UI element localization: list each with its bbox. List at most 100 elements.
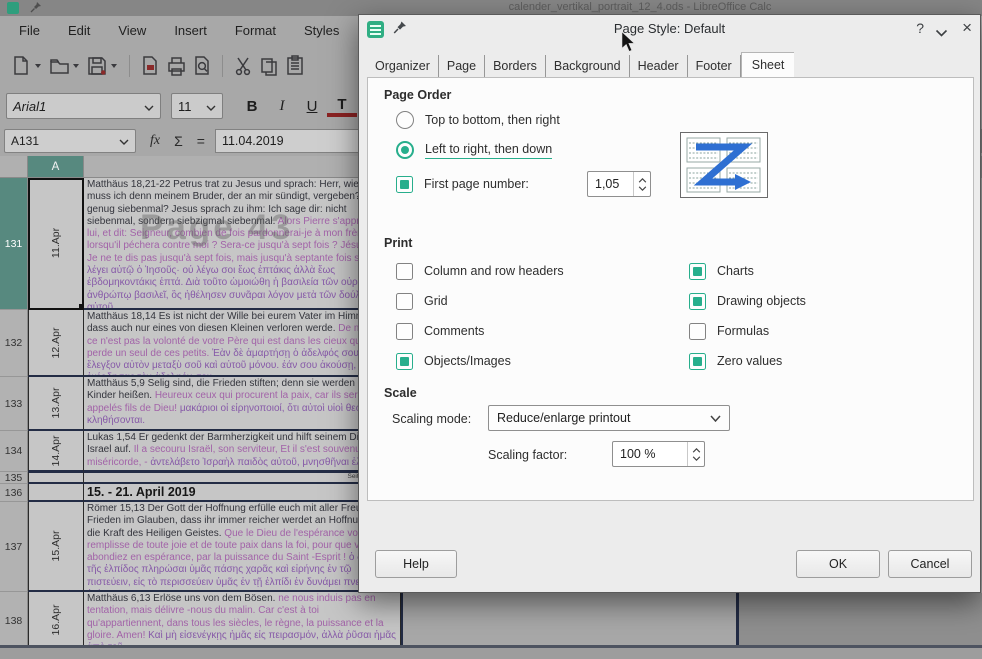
- cell-b132[interactable]: Matthäus 18,14 Es ist nicht der Wille be…: [84, 310, 401, 377]
- tab-header[interactable]: Header: [630, 55, 688, 78]
- row-header-134[interactable]: 134: [0, 431, 28, 472]
- tab-page[interactable]: Page: [439, 55, 485, 78]
- save-dropdown-caret[interactable]: [111, 64, 117, 68]
- row-header-137[interactable]: 137: [0, 502, 28, 592]
- function-wizard-icon[interactable]: fx: [150, 133, 160, 149]
- checkbox-icon[interactable]: [689, 263, 706, 280]
- chevron-down-icon: [692, 456, 701, 461]
- menu-edit[interactable]: Edit: [57, 19, 101, 42]
- checkbox-icon[interactable]: [396, 353, 413, 370]
- fill-handle[interactable]: [79, 304, 84, 309]
- new-document-icon[interactable]: [8, 53, 34, 79]
- print-heading: Print: [384, 236, 412, 250]
- first-page-number-row[interactable]: First page number:: [396, 174, 529, 194]
- bold-button[interactable]: B: [237, 92, 267, 120]
- paste-icon[interactable]: [282, 53, 308, 79]
- checkbox-grid[interactable]: Grid: [396, 291, 448, 311]
- checkbox-icon[interactable]: [689, 293, 706, 310]
- scaling-factor-stepper[interactable]: 100 %: [612, 441, 705, 467]
- cell-a133[interactable]: 13.Apr: [28, 377, 84, 431]
- tab-borders[interactable]: Borders: [485, 55, 546, 78]
- underline-button[interactable]: U: [297, 92, 327, 120]
- first-page-number-stepper[interactable]: 1,05: [587, 171, 651, 197]
- cancel-button[interactable]: Cancel: [888, 550, 972, 578]
- spinner-buttons[interactable]: [687, 442, 704, 466]
- menu-view[interactable]: View: [107, 19, 157, 42]
- select-all-corner[interactable]: [0, 156, 28, 178]
- row-header-135[interactable]: 135: [0, 472, 28, 484]
- print-icon[interactable]: [163, 53, 189, 79]
- checkbox-comments[interactable]: Comments: [396, 321, 484, 341]
- menu-format[interactable]: Format: [224, 19, 287, 42]
- pin-icon[interactable]: [393, 20, 407, 40]
- cell-a138[interactable]: 16.Apr: [28, 592, 84, 650]
- checkbox-drawing-objects[interactable]: Drawing objects: [689, 291, 806, 311]
- column-header-a[interactable]: A: [28, 156, 84, 178]
- checkbox-icon[interactable]: [396, 176, 413, 193]
- radio-left-to-right[interactable]: Left to right, then down: [396, 140, 552, 160]
- row-header-133[interactable]: 133: [0, 377, 28, 431]
- name-box[interactable]: A131: [4, 129, 136, 153]
- radio-icon[interactable]: [396, 111, 414, 129]
- close-icon[interactable]: ×: [962, 18, 972, 38]
- cell-a136[interactable]: [28, 484, 84, 502]
- cell-b136[interactable]: 15. - 21. April 2019: [84, 484, 401, 502]
- menu-file[interactable]: File: [8, 19, 51, 42]
- cell-b134[interactable]: Lukas 1,54 Er gedenkt der Barmherzigkeit…: [84, 431, 401, 472]
- row-header-138[interactable]: 138: [0, 592, 28, 650]
- font-name-combo[interactable]: Arial1: [6, 93, 161, 119]
- equals-icon[interactable]: =: [197, 133, 205, 149]
- menu-insert[interactable]: Insert: [163, 19, 218, 42]
- cell-a137[interactable]: 15.Apr: [28, 502, 84, 592]
- cell-b133[interactable]: Matthäus 5,9 Selig sind, die Frieden sti…: [84, 377, 401, 431]
- export-pdf-icon[interactable]: [137, 53, 163, 79]
- dialog-titlebar[interactable]: Page Style: Default ? ×: [359, 15, 980, 45]
- radio-icon[interactable]: [396, 141, 414, 159]
- column-b-border: [401, 593, 403, 646]
- font-color-button[interactable]: T: [327, 95, 357, 117]
- checkbox-objects-images[interactable]: Objects/Images: [396, 351, 511, 371]
- cell-b135[interactable]: Seite 15 Ang: [84, 472, 401, 484]
- menu-styles[interactable]: Styles: [293, 19, 350, 42]
- save-icon[interactable]: [84, 53, 110, 79]
- checkbox-icon[interactable]: [689, 323, 706, 340]
- open-dropdown-caret[interactable]: [73, 64, 79, 68]
- row-header-132[interactable]: 132: [0, 310, 28, 377]
- dialog-help-icon[interactable]: ?: [916, 20, 924, 36]
- help-button[interactable]: Help: [375, 550, 457, 578]
- open-file-icon[interactable]: [46, 53, 72, 79]
- cut-icon[interactable]: [230, 53, 256, 79]
- checkbox-zero-values[interactable]: Zero values: [689, 351, 782, 371]
- cell-b131[interactable]: Matthäus 18,21-22 Petrus trat zu Jesus u…: [84, 178, 401, 310]
- radio-top-to-bottom[interactable]: Top to bottom, then right: [396, 110, 560, 130]
- cell-b137[interactable]: Römer 15,13 Der Gott der Hoffnung erfüll…: [84, 502, 401, 592]
- checkbox-icon[interactable]: [396, 323, 413, 340]
- scaling-mode-select[interactable]: Reduce/enlarge printout: [488, 405, 730, 431]
- checkbox-icon[interactable]: [396, 293, 413, 310]
- shade-chevron-icon[interactable]: [935, 24, 948, 42]
- cell-a131[interactable]: 11.Apr: [28, 178, 84, 310]
- cell-a132[interactable]: 12.Apr: [28, 310, 84, 377]
- cell-a135[interactable]: [28, 472, 84, 484]
- tab-background[interactable]: Background: [546, 55, 630, 78]
- checkbox-icon[interactable]: [396, 263, 413, 280]
- copy-icon[interactable]: [256, 53, 282, 79]
- row-header-131[interactable]: 131: [0, 178, 28, 310]
- checkbox-icon[interactable]: [689, 353, 706, 370]
- italic-button[interactable]: I: [267, 92, 297, 120]
- tab-sheet[interactable]: Sheet: [741, 52, 795, 79]
- tab-footer[interactable]: Footer: [688, 55, 741, 78]
- ok-button[interactable]: OK: [796, 550, 880, 578]
- cell-a134[interactable]: 14.Apr: [28, 431, 84, 472]
- cell-b138[interactable]: Matthäus 6,13 Erlöse uns von dem Bösen. …: [84, 592, 401, 650]
- font-size-combo[interactable]: 11: [171, 93, 223, 119]
- checkbox-column-row-headers[interactable]: Column and row headers: [396, 261, 564, 281]
- checkbox-formulas[interactable]: Formulas: [689, 321, 769, 341]
- print-preview-icon[interactable]: [189, 53, 215, 79]
- tab-organizer[interactable]: Organizer: [367, 55, 439, 78]
- new-dropdown-caret[interactable]: [35, 64, 41, 68]
- checkbox-charts[interactable]: Charts: [689, 261, 754, 281]
- spinner-buttons[interactable]: [633, 172, 650, 196]
- sum-icon[interactable]: Σ: [174, 133, 183, 149]
- row-header-136[interactable]: 136: [0, 484, 28, 502]
